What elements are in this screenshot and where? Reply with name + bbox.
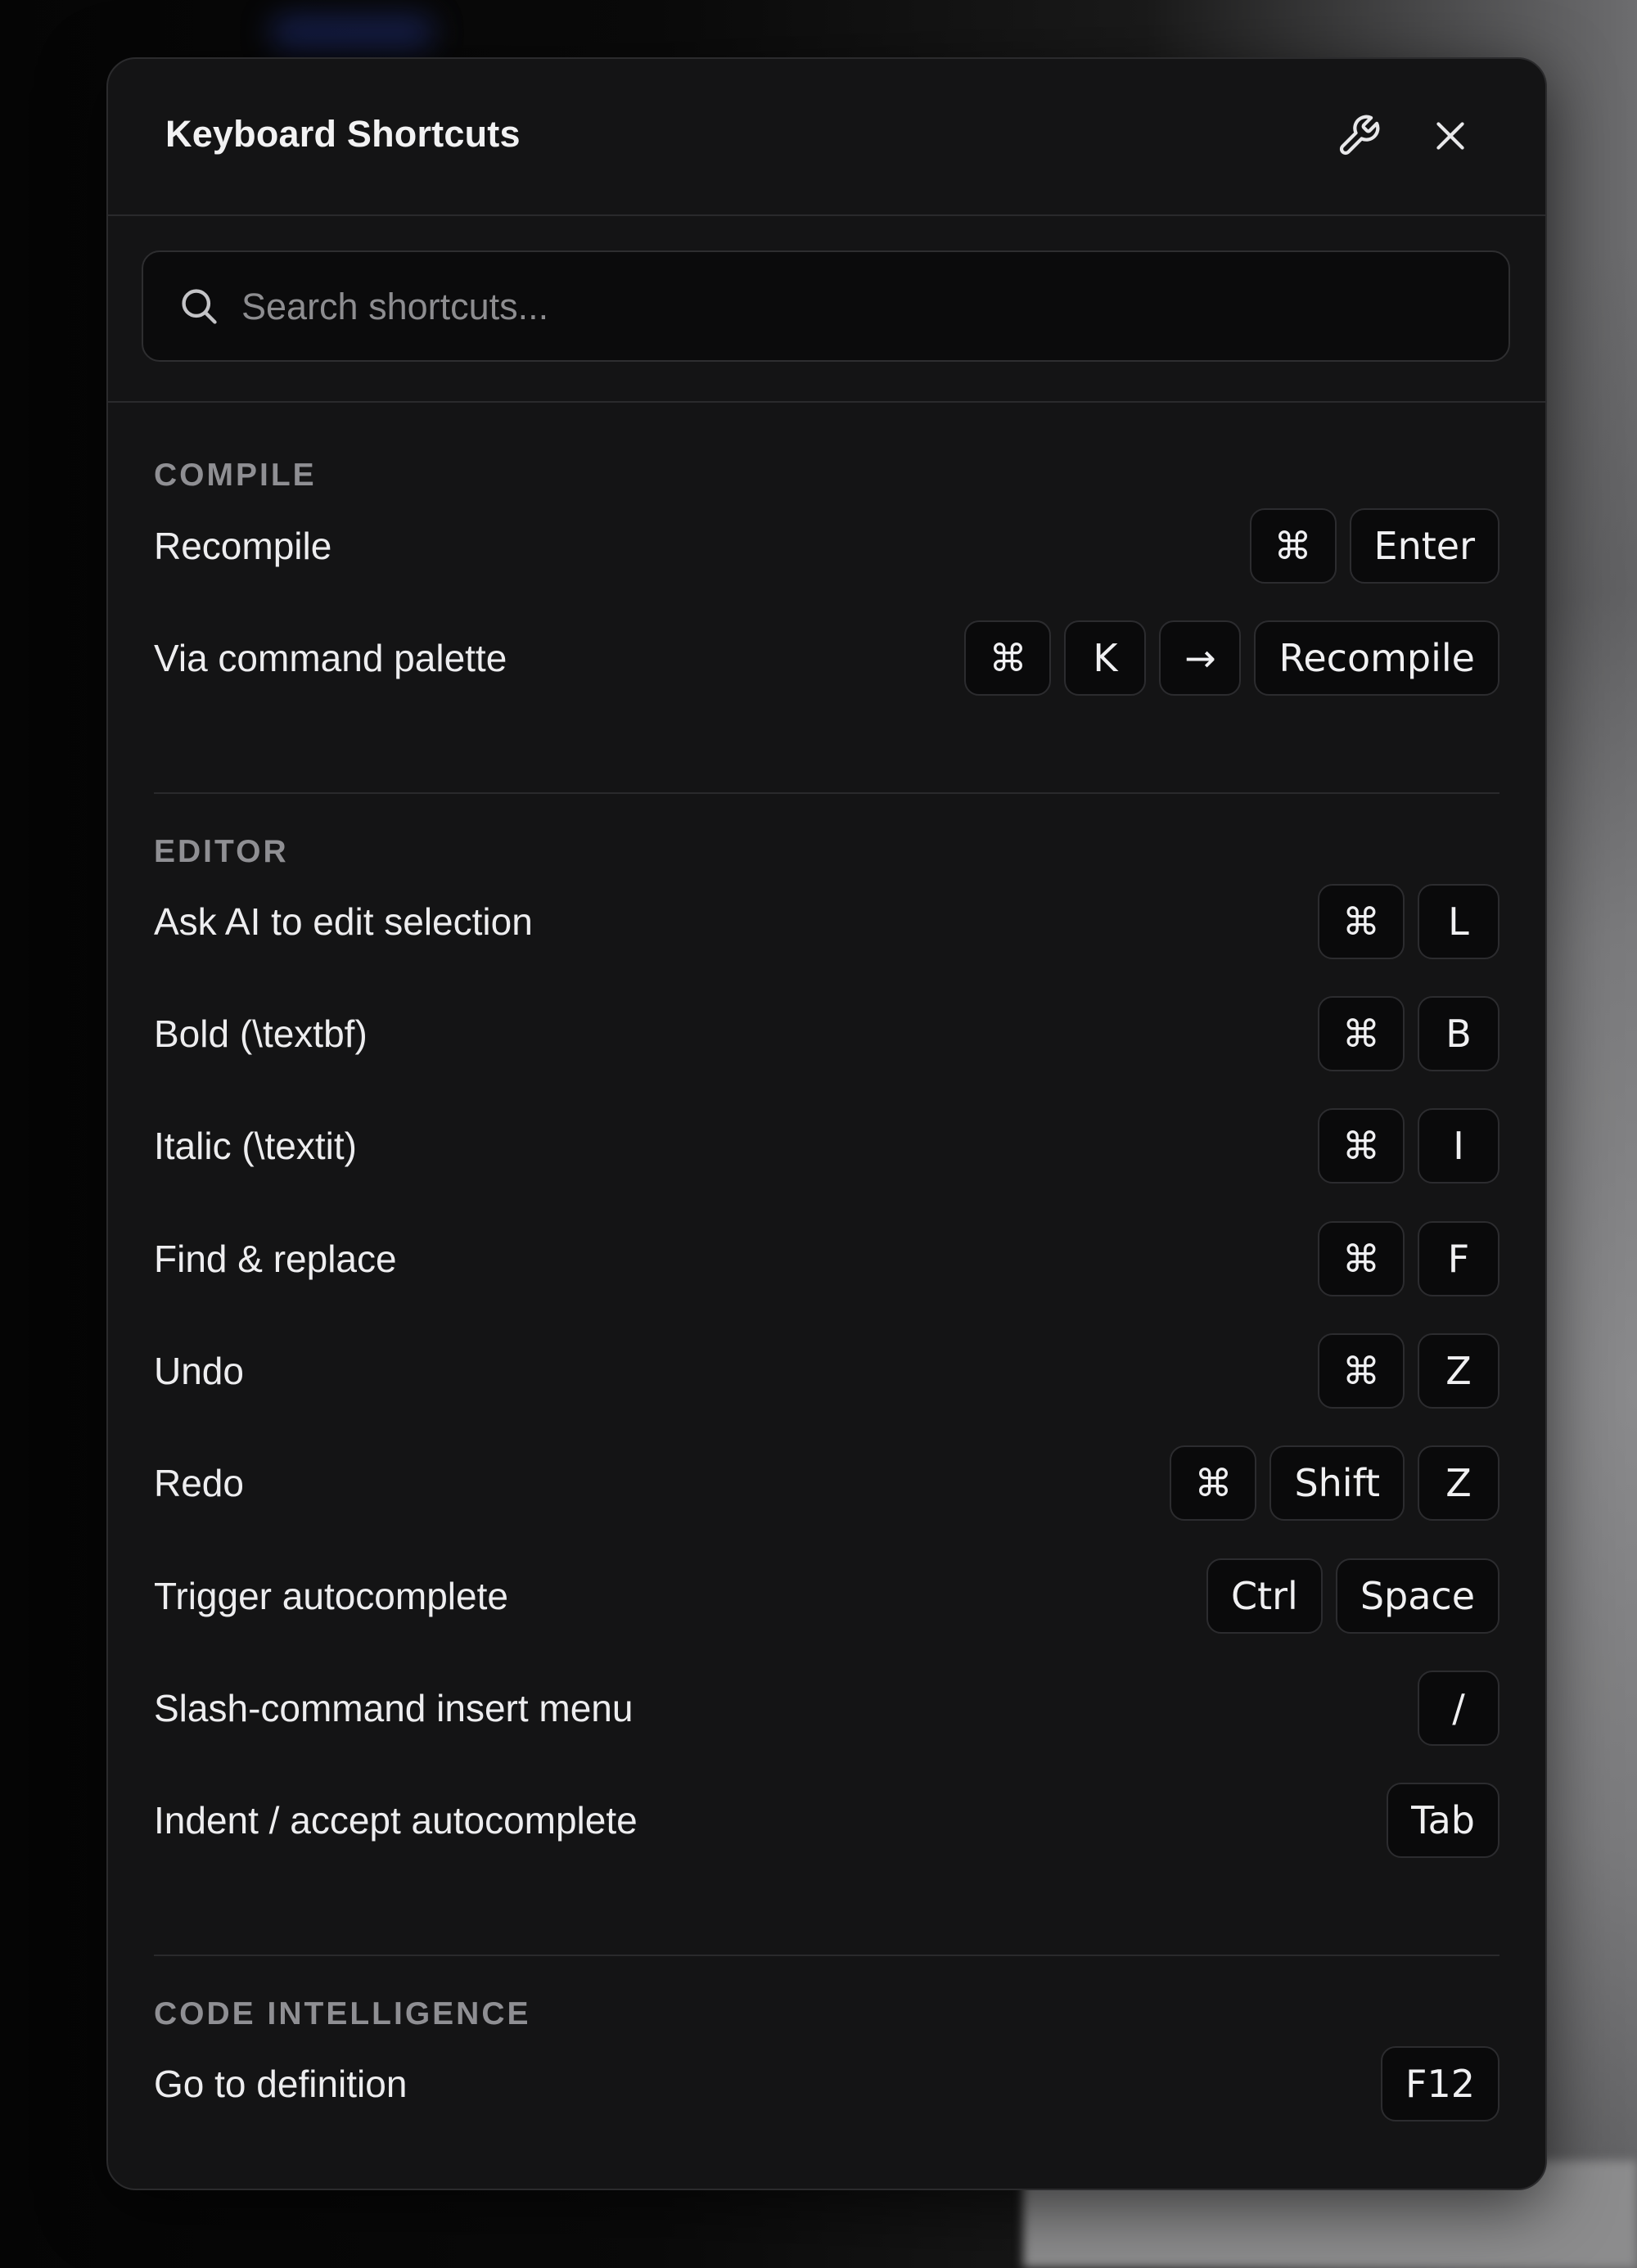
close-button[interactable] [1419, 105, 1481, 167]
keycap: Shift [1269, 1445, 1405, 1521]
keycap: K [1064, 620, 1147, 696]
keycap: → [1159, 620, 1242, 696]
keyboard-shortcuts-dialog: Keyboard Shortcuts Search shortcuts... C… [106, 57, 1547, 2190]
dialog-header: Keyboard Shortcuts [108, 59, 1545, 216]
key-combination: ⌘ I [1318, 1107, 1499, 1185]
keycap: L [1418, 884, 1499, 959]
keycap: B [1418, 996, 1499, 1071]
keycap: ⌘ [1170, 1445, 1257, 1521]
dialog-title: Keyboard Shortcuts [165, 113, 521, 155]
shortcut-row: Trigger autocomplete Ctrl Space [154, 1557, 1499, 1635]
keycap: Recompile [1254, 620, 1499, 696]
search-input[interactable] [240, 252, 1471, 362]
keycap: ⌘ [1318, 996, 1405, 1071]
keycap: I [1418, 1108, 1499, 1184]
shortcut-row: Redo ⌘ Shift Z [154, 1444, 1499, 1522]
key-combination: ⌘ B [1318, 994, 1499, 1073]
key-combination: ⌘ F [1318, 1220, 1499, 1298]
key-combination: ⌘ L [1318, 882, 1499, 961]
keycap: Tab [1387, 1783, 1499, 1858]
shortcut-row: Undo ⌘ Z [154, 1332, 1499, 1410]
shortcut-label: Go to definition [154, 2063, 408, 2105]
shortcut-row: Via command palette ⌘ K → Recompile [154, 619, 1499, 697]
key-combination: / [1418, 1669, 1499, 1747]
wrench-icon [1336, 113, 1382, 159]
keycap: Space [1335, 1558, 1499, 1634]
shortcut-row: Go to definition F12 [154, 2045, 1499, 2123]
shortcut-row: Bold (\textbf) ⌘ B [154, 994, 1499, 1073]
section-title: CODE INTELLIGENCE [154, 1996, 531, 2031]
shortcut-label: Bold (\textbf) [154, 1012, 368, 1055]
keycap: ⌘ [1249, 508, 1337, 584]
shortcut-label: Via command palette [154, 637, 507, 679]
keycap: / [1418, 1671, 1499, 1746]
shortcut-label: Ask AI to edit selection [154, 900, 533, 943]
keycap: ⌘ [1318, 884, 1405, 959]
shortcut-row: Italic (\textit) ⌘ I [154, 1107, 1499, 1185]
section-title: EDITOR [154, 834, 289, 869]
search-area [108, 216, 1545, 403]
shortcut-label: Italic (\textit) [154, 1125, 357, 1167]
shortcut-row: Indent / accept autocomplete Tab [154, 1781, 1499, 1860]
shortcut-label: Recompile [154, 525, 332, 567]
keycap: Z [1418, 1445, 1499, 1521]
shortcut-row: Recompile ⌘ Enter [154, 507, 1499, 585]
search-icon [178, 285, 220, 331]
key-combination: ⌘ Shift Z [1170, 1444, 1499, 1522]
key-combination: ⌘ Enter [1249, 507, 1499, 585]
key-combination: Tab [1387, 1781, 1499, 1860]
section-divider [154, 792, 1499, 794]
close-icon [1430, 115, 1471, 156]
keycap: F [1418, 1221, 1499, 1296]
shortcut-label: Indent / accept autocomplete [154, 1799, 638, 1842]
keycap: Enter [1349, 508, 1499, 584]
search-field[interactable] [142, 250, 1510, 362]
shortcut-label: Redo [154, 1462, 244, 1504]
shortcut-label: Trigger autocomplete [154, 1575, 508, 1617]
key-combination: F12 [1381, 2045, 1499, 2123]
section-divider [154, 1955, 1499, 1956]
section-title: COMPILE [154, 458, 317, 493]
keycap: ⌘ [1318, 1108, 1405, 1184]
keycap: ⌘ [964, 620, 1052, 696]
shortcut-label: Slash-command insert menu [154, 1687, 634, 1729]
keycap: ⌘ [1318, 1333, 1405, 1409]
shortcut-label: Undo [154, 1350, 244, 1392]
background-highlight [270, 16, 434, 49]
customize-shortcuts-button[interactable] [1328, 105, 1390, 167]
keycap: ⌘ [1318, 1221, 1405, 1296]
keycap: F12 [1381, 2046, 1499, 2121]
keycap: Ctrl [1206, 1558, 1323, 1634]
key-combination: Ctrl Space [1206, 1557, 1499, 1635]
key-combination: ⌘ K → Recompile [964, 619, 1499, 697]
shortcut-label: Find & replace [154, 1238, 397, 1280]
shortcut-row: Ask AI to edit selection ⌘ L [154, 882, 1499, 961]
shortcut-row: Slash-command insert menu / [154, 1669, 1499, 1747]
keycap: Z [1418, 1333, 1499, 1409]
key-combination: ⌘ Z [1318, 1332, 1499, 1410]
shortcut-row: Find & replace ⌘ F [154, 1220, 1499, 1298]
